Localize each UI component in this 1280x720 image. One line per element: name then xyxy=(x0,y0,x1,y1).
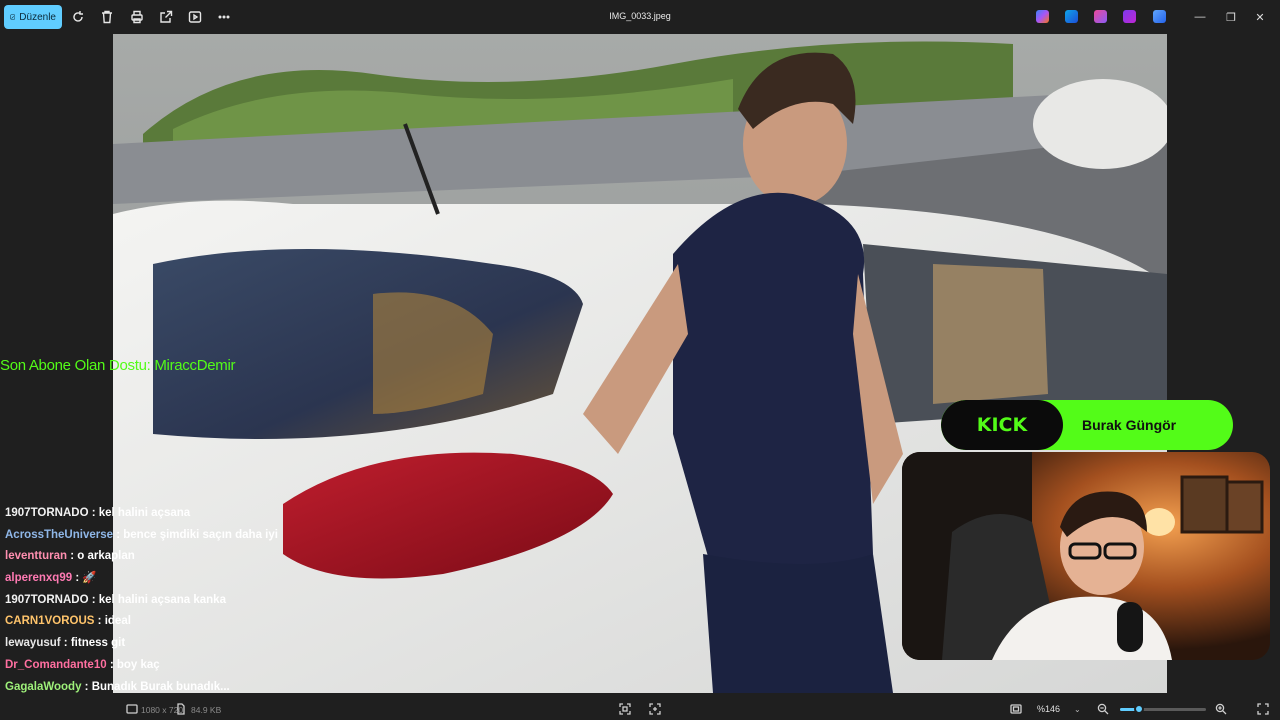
delete-icon xyxy=(102,10,112,24)
kick-logo-text: KICK xyxy=(976,414,1028,436)
designer-icon[interactable] xyxy=(1065,10,1078,23)
chat-separator: : xyxy=(106,658,117,671)
chat-username[interactable]: leventturan xyxy=(5,550,67,562)
maximize-icon: ❐ xyxy=(1226,11,1236,24)
chat-message: lewayusuf : fitness git xyxy=(5,635,305,657)
zoom-in-button[interactable] xyxy=(1214,702,1228,716)
chat-text: fitness git xyxy=(70,637,126,650)
chat-message: 1907TORNADO : kel halini açsana xyxy=(5,505,305,527)
photos-app-window: Düzenle IMG_0033.jpeg — ❐ ✕ Son Abone Ol… xyxy=(0,0,1280,720)
subscriber-alert: Son Abone Olan Dostu: MiraccDemir xyxy=(0,357,236,374)
chat-text: Bunadık Burak bunadık... xyxy=(91,680,230,693)
zoom-in-icon xyxy=(1215,703,1227,715)
share-icon xyxy=(160,10,173,23)
bottom-statusbar: 1080 x 720 84.9 KB %146 ⌄ xyxy=(0,699,1280,720)
chat-text: ideal xyxy=(104,615,131,628)
chat-text: o arkaplan xyxy=(77,550,135,563)
close-icon: ✕ xyxy=(1255,11,1265,24)
edit-pencil-icon xyxy=(10,14,16,20)
chat-separator: : xyxy=(81,680,92,693)
chevron-down-icon: ⌄ xyxy=(1074,704,1081,714)
clipchamp-icon[interactable] xyxy=(1094,10,1107,23)
chat-message: 1907TORNADO : kel halini açsana kanka xyxy=(5,592,305,614)
chat-message: alperenxq99 : 🚀 xyxy=(5,570,305,592)
chat-message: Dr_Comandante10 : boy kaç xyxy=(5,657,305,679)
edit-button[interactable]: Düzenle xyxy=(4,5,62,29)
chat-username[interactable]: CARN1VOROUS xyxy=(5,615,94,627)
kick-logo: KICK xyxy=(941,400,1063,450)
print-icon xyxy=(131,10,143,24)
fit-screen-icon xyxy=(619,703,631,715)
image-info-icon xyxy=(125,702,139,716)
chat-text: bence şimdiki saçın daha iyi xyxy=(123,528,278,541)
chat-username[interactable]: 1907TORNADO xyxy=(5,507,89,519)
chat-separator: : xyxy=(60,637,71,650)
chat-separator: : xyxy=(94,615,105,628)
chat-message: leventturan : o arkaplan xyxy=(5,548,305,570)
chat-message: CARN1VOROUS : ideal xyxy=(5,613,305,635)
chat-separator: : xyxy=(67,550,78,563)
kick-name-banner: KICK Burak Güngör xyxy=(941,400,1233,450)
fit-screen-button[interactable] xyxy=(618,702,632,716)
copilot-icon[interactable] xyxy=(1036,10,1049,23)
minimize-icon: — xyxy=(1194,11,1206,23)
close-button[interactable]: ✕ xyxy=(1251,8,1269,26)
actual-size-button[interactable] xyxy=(648,702,662,716)
chat-text: kel halini açsana xyxy=(98,507,191,519)
zoom-out-button[interactable] xyxy=(1096,702,1110,716)
rotate-button[interactable] xyxy=(70,9,86,25)
maximize-button[interactable]: ❐ xyxy=(1222,8,1240,26)
file-title: IMG_0033.jpeg xyxy=(609,11,671,21)
chat-separator: : xyxy=(113,528,124,541)
stream-chat: 1907TORNADO : kel halini açsana AcrossThe… xyxy=(5,505,305,720)
chat-username[interactable]: alperenxq99 xyxy=(5,572,72,584)
zoom-out-icon xyxy=(1097,703,1109,715)
chat-separator: : xyxy=(88,507,99,519)
zoom-slider[interactable] xyxy=(1120,704,1206,714)
edit-button-label: Düzenle xyxy=(19,11,56,23)
zoom-level-dropdown[interactable]: %146 ⌄ xyxy=(1031,701,1085,717)
chat-username[interactable]: AcrossTheUniverse xyxy=(5,529,113,541)
onedrive-icon[interactable] xyxy=(1153,10,1166,23)
webcam-image xyxy=(902,452,1270,660)
chat-message: AcrossTheUniverse : bence şimdiki saçın … xyxy=(5,527,305,549)
image-creator-icon[interactable] xyxy=(1123,10,1136,23)
view-mode-icon xyxy=(1010,704,1022,714)
streamer-name: Burak Güngör xyxy=(1082,417,1177,433)
rotate-icon xyxy=(73,11,83,22)
view-mode-button[interactable] xyxy=(1009,702,1023,716)
more-button[interactable] xyxy=(216,9,232,25)
share-button[interactable] xyxy=(158,9,174,25)
file-size-icon xyxy=(174,702,188,716)
webcam-feed xyxy=(902,452,1270,660)
fullscreen-icon xyxy=(1257,703,1269,715)
chat-text: boy kaç xyxy=(116,658,160,671)
minimize-button[interactable]: — xyxy=(1191,8,1209,26)
more-icon xyxy=(218,15,230,19)
slideshow-icon xyxy=(188,11,202,23)
top-toolbar: Düzenle IMG_0033.jpeg — ❐ ✕ xyxy=(0,0,1280,34)
delete-button[interactable] xyxy=(99,9,115,25)
chat-username[interactable]: GagalaWoody xyxy=(5,681,81,693)
chat-username[interactable]: lewayusuf xyxy=(5,637,61,649)
chat-message: GagalaWoody : Bunadık Burak bunadık... xyxy=(5,679,305,701)
zoom-slider-thumb[interactable] xyxy=(1133,704,1144,714)
file-size: 84.9 KB xyxy=(191,705,222,715)
chat-separator: : xyxy=(88,593,99,606)
zoom-level: %146 xyxy=(1037,704,1061,714)
chat-username[interactable]: Dr_Comandante10 xyxy=(5,659,107,671)
chat-text: kel halini açsana kanka xyxy=(98,593,226,606)
chat-separator: : xyxy=(72,572,83,585)
fullscreen-button[interactable] xyxy=(1256,702,1270,716)
print-button[interactable] xyxy=(129,9,145,25)
actual-size-icon xyxy=(649,703,661,715)
slideshow-button[interactable] xyxy=(187,9,203,25)
chat-text: 🚀 xyxy=(82,572,97,585)
chat-username[interactable]: 1907TORNADO xyxy=(5,594,89,606)
